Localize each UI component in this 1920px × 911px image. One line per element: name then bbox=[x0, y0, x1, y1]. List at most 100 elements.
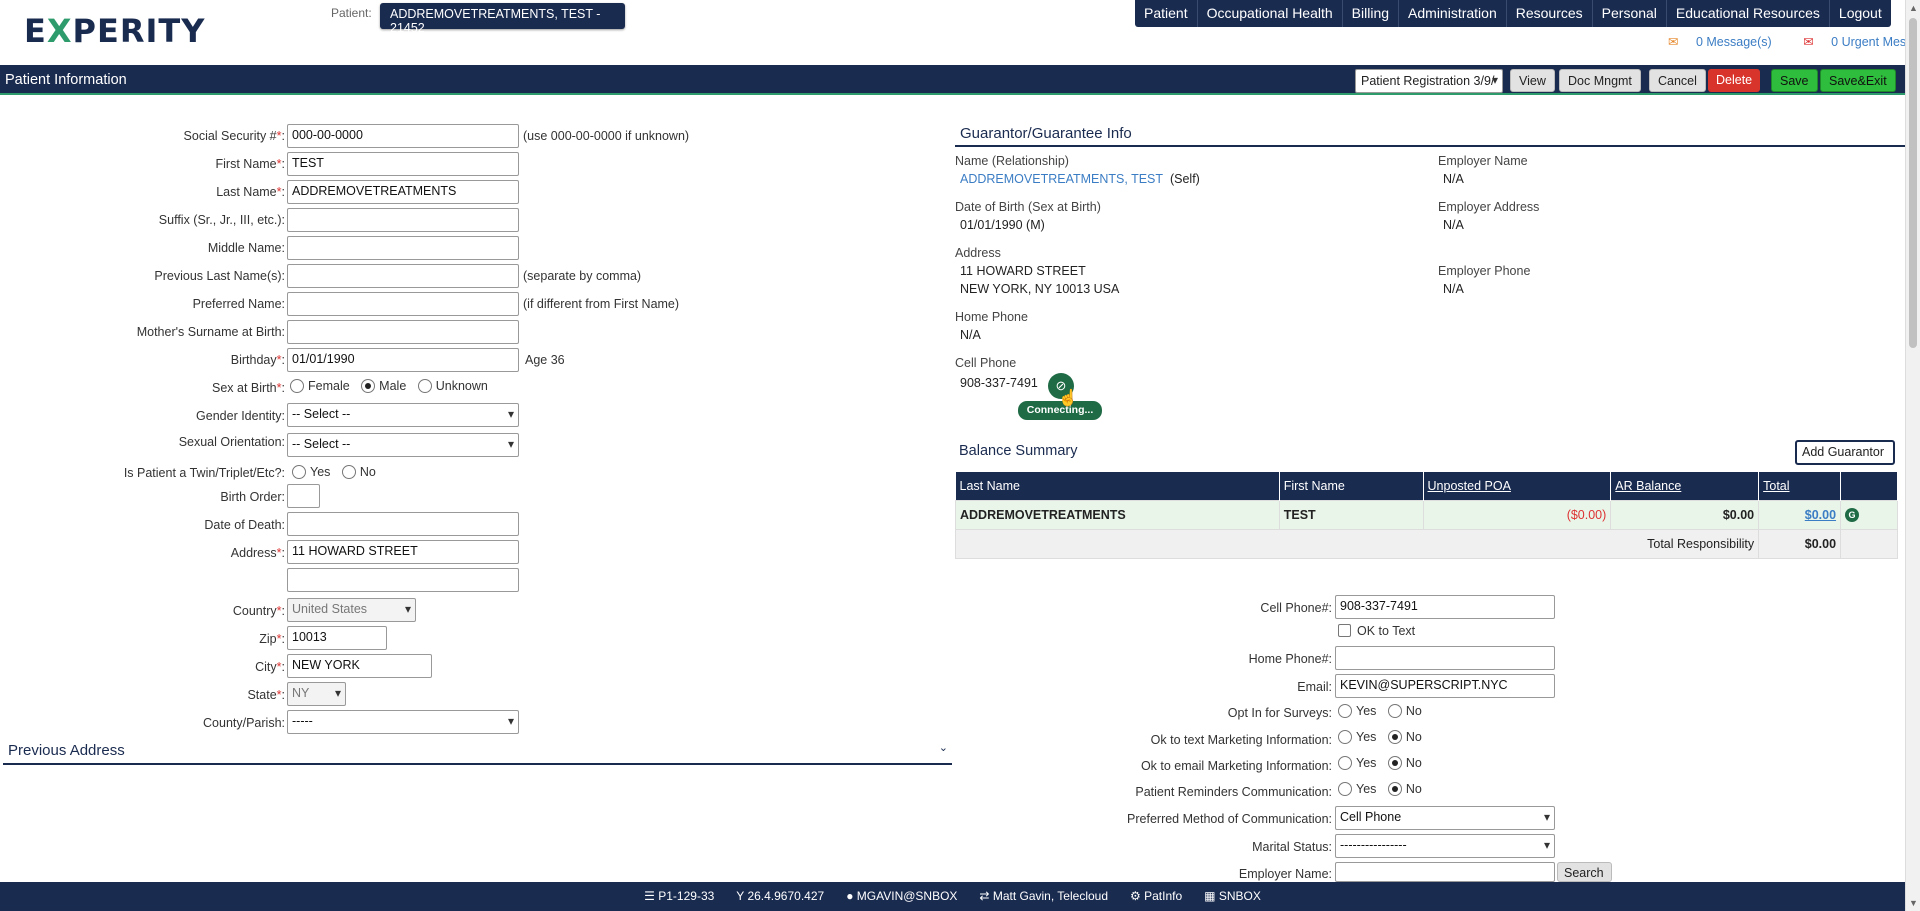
mother-surname-input[interactable] bbox=[287, 320, 519, 344]
messages-link[interactable]: ✉ 0 Message(s) bbox=[1654, 35, 1772, 49]
save-button[interactable]: Save bbox=[1771, 69, 1818, 92]
employer-name-label: Employer Name bbox=[1438, 154, 1528, 168]
previous-last-name-input[interactable] bbox=[287, 264, 519, 288]
gender-identity-label: Gender Identity: bbox=[196, 409, 285, 423]
text-marketing-no-radio[interactable] bbox=[1387, 730, 1402, 744]
reminders-yes-option[interactable]: Yes bbox=[1338, 782, 1376, 796]
table-row[interactable]: ADDREMOVETREATMENTS TEST ($0.00) $0.00 $… bbox=[955, 499, 1898, 530]
scroll-down-icon[interactable]: ▼ bbox=[1909, 898, 1918, 908]
col-last-name[interactable]: Last Name bbox=[955, 472, 1280, 500]
city-input[interactable]: NEW YORK bbox=[287, 654, 432, 678]
sexual-orientation-select[interactable]: -- Select -- bbox=[287, 433, 519, 457]
email-marketing-no-option[interactable]: No bbox=[1387, 756, 1422, 770]
state-select[interactable]: NY bbox=[287, 682, 346, 706]
add-guarantor-button[interactable]: Add Guarantor bbox=[1795, 440, 1895, 465]
last-name-input[interactable]: ADDREMOVETREATMENTS bbox=[287, 180, 519, 204]
reminders-yes-radio[interactable] bbox=[1338, 782, 1352, 796]
save-exit-button[interactable]: Save&Exit bbox=[1820, 69, 1896, 92]
sex-female-option[interactable]: Female bbox=[290, 379, 350, 393]
scroll-up-icon[interactable]: ▲ bbox=[1909, 3, 1918, 13]
sex-unknown-option[interactable]: Unknown bbox=[417, 379, 488, 393]
ok-to-text-checkbox[interactable] bbox=[1338, 624, 1351, 637]
surveys-no-radio[interactable] bbox=[1387, 704, 1402, 718]
nav-administration[interactable]: Administration bbox=[1398, 0, 1506, 27]
doc-mngmt-button[interactable]: Doc Mngmt bbox=[1559, 69, 1641, 92]
date-of-death-label: Date of Death: bbox=[204, 518, 285, 532]
nav-billing[interactable]: Billing bbox=[1341, 0, 1398, 27]
address-line1-input[interactable]: 11 HOWARD STREET bbox=[287, 540, 519, 564]
sex-male-radio[interactable] bbox=[361, 379, 376, 393]
nav-resources[interactable]: Resources bbox=[1505, 0, 1592, 27]
text-marketing-no-option[interactable]: No bbox=[1387, 730, 1422, 744]
guarantor-badge-icon[interactable]: G bbox=[1845, 508, 1860, 522]
birthday-input[interactable]: 01/01/1990 bbox=[287, 348, 519, 372]
sex-male-option[interactable]: Male bbox=[361, 379, 406, 393]
birth-order-input[interactable] bbox=[287, 484, 320, 508]
reminders-no-option[interactable]: No bbox=[1387, 782, 1422, 796]
first-name-input[interactable]: TEST bbox=[287, 152, 519, 176]
view-button[interactable]: View bbox=[1510, 69, 1555, 92]
middle-name-input[interactable] bbox=[287, 236, 519, 260]
ok-to-text-option[interactable]: OK to Text bbox=[1338, 624, 1415, 638]
chevron-down-icon[interactable]: ⌄ bbox=[939, 741, 948, 754]
guarantor-dob: 01/01/1990 (M) bbox=[960, 218, 1045, 232]
gender-identity-select[interactable]: -- Select -- bbox=[287, 403, 519, 427]
scrollbar-thumb[interactable] bbox=[1909, 18, 1917, 348]
suffix-label: Suffix (Sr., Jr., III, etc.): bbox=[158, 213, 285, 227]
patient-name-badge[interactable]: ADDREMOVETREATMENTS, TEST - 21452 bbox=[380, 3, 625, 35]
twin-yes-option[interactable]: Yes bbox=[292, 465, 330, 479]
sex-female-radio[interactable] bbox=[290, 379, 304, 393]
urgent-messages-link[interactable]: ✉ 0 Urgent Message(s) bbox=[1789, 35, 1920, 49]
sex-unknown-radio[interactable] bbox=[417, 379, 432, 393]
vertical-scrollbar[interactable]: ▲ ▼ bbox=[1905, 0, 1920, 911]
address-line2-input[interactable] bbox=[287, 568, 519, 592]
marital-status-label: Marital Status: bbox=[1252, 840, 1332, 854]
reminders-no-radio[interactable] bbox=[1387, 782, 1402, 796]
county-select[interactable]: ----- bbox=[287, 710, 519, 734]
email-marketing-yes-radio[interactable] bbox=[1338, 756, 1352, 770]
previous-address-section[interactable]: Previous Address ⌄ bbox=[3, 741, 952, 765]
text-marketing-yes-option[interactable]: Yes bbox=[1338, 730, 1376, 744]
suffix-input[interactable] bbox=[287, 208, 519, 232]
cell-phone-input[interactable]: 908-337-7491 bbox=[1335, 595, 1555, 619]
col-unposted-poa[interactable]: Unposted POA bbox=[1423, 472, 1612, 500]
nav-logout[interactable]: Logout bbox=[1828, 0, 1891, 27]
surveys-yes-radio[interactable] bbox=[1338, 704, 1352, 718]
delete-button[interactable]: Delete bbox=[1708, 69, 1761, 92]
email-marketing-no-radio[interactable] bbox=[1387, 756, 1402, 770]
registration-select[interactable]: Patient Registration 3/9/ bbox=[1355, 69, 1503, 93]
nav-occupational-health[interactable]: Occupational Health bbox=[1196, 0, 1342, 27]
col-ar-balance[interactable]: AR Balance bbox=[1610, 472, 1760, 500]
logo-text-pre: E bbox=[24, 12, 47, 50]
preferred-name-input[interactable] bbox=[287, 292, 519, 316]
email-input[interactable]: KEVIN@SUPERSCRIPT.NYC bbox=[1335, 674, 1555, 698]
preferred-communication-select[interactable]: Cell Phone bbox=[1335, 806, 1555, 830]
surveys-yes-option[interactable]: Yes bbox=[1338, 704, 1376, 718]
zip-input[interactable]: 10013 bbox=[287, 626, 387, 650]
preferred-communication-label: Preferred Method of Communication: bbox=[1127, 812, 1332, 826]
nav-personal[interactable]: Personal bbox=[1591, 0, 1666, 27]
nav-patient[interactable]: Patient bbox=[1135, 0, 1197, 27]
date-of-death-input[interactable] bbox=[287, 512, 519, 536]
marital-status-select[interactable]: ---------------- bbox=[1335, 834, 1555, 858]
ssn-input[interactable]: 000-00-0000 bbox=[287, 124, 519, 148]
surveys-no-option[interactable]: No bbox=[1387, 704, 1422, 718]
experity-logo[interactable]: EXPERITY bbox=[24, 12, 205, 50]
cell-total[interactable]: $0.00 bbox=[1758, 499, 1842, 530]
twin-no-radio[interactable] bbox=[341, 465, 356, 479]
nav-educational-resources[interactable]: Educational Resources bbox=[1665, 0, 1829, 27]
home-phone-input[interactable] bbox=[1335, 646, 1555, 670]
cancel-button[interactable]: Cancel bbox=[1649, 69, 1706, 92]
email-marketing-yes-option[interactable]: Yes bbox=[1338, 756, 1376, 770]
col-first-name[interactable]: First Name bbox=[1279, 472, 1424, 500]
footer-patinfo[interactable]: ⚙ PatInfo bbox=[1130, 889, 1182, 911]
col-total[interactable]: Total bbox=[1758, 472, 1842, 500]
employer-search-button[interactable]: Search bbox=[1557, 862, 1612, 882]
total-link[interactable]: $0.00 bbox=[1805, 508, 1836, 522]
text-marketing-yes-radio[interactable] bbox=[1338, 730, 1352, 744]
employer-name-input[interactable] bbox=[1335, 862, 1555, 882]
twin-no-option[interactable]: No bbox=[341, 465, 376, 479]
guarantor-name-link[interactable]: ADDREMOVETREATMENTS, TEST bbox=[960, 172, 1163, 186]
country-select[interactable]: United States bbox=[287, 598, 416, 622]
twin-yes-radio[interactable] bbox=[292, 465, 306, 479]
